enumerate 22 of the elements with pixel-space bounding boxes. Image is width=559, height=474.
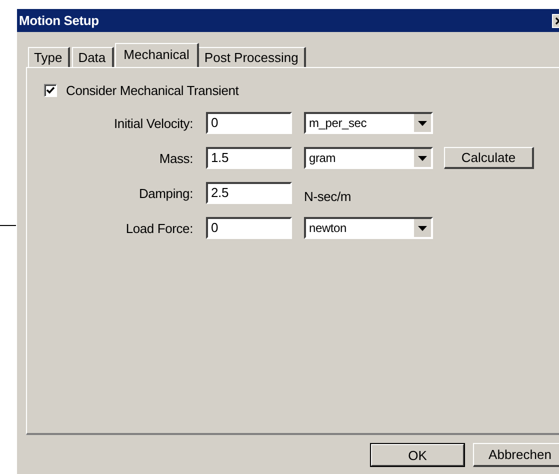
field-label: Mass: [158, 150, 194, 166]
dialog-button[interactable]: OK [370, 443, 465, 467]
field-label: Load Force: [124, 220, 194, 236]
unit-dropdown[interactable]: m_per_sec [304, 112, 433, 134]
checkbox-label: Consider Mechanical Transient [66, 83, 239, 98]
tab[interactable]: Post Processing [198, 47, 306, 67]
tab[interactable]: Mechanical [114, 43, 200, 67]
dialog-button[interactable]: Abbrechen [473, 443, 559, 467]
unit-dropdown[interactable]: newton [304, 217, 433, 239]
window-title: Motion Setup [19, 13, 99, 28]
checkbox[interactable] [44, 84, 57, 97]
unit-dropdown[interactable]: gram [304, 147, 433, 169]
unit-label: N-sec/m [304, 188, 351, 204]
input-field[interactable]: 0 [206, 112, 292, 134]
tab[interactable]: Data [72, 47, 114, 67]
field-label: Damping: [138, 186, 194, 200]
field-label: Initial Velocity: [113, 116, 194, 130]
input-field[interactable]: 0 [206, 217, 292, 239]
calculate-button[interactable]: Calculate [444, 147, 534, 169]
input-field[interactable]: 2.5 [206, 182, 292, 204]
input-field[interactable]: 1.5 [206, 147, 292, 169]
tab[interactable]: Type [28, 47, 70, 67]
